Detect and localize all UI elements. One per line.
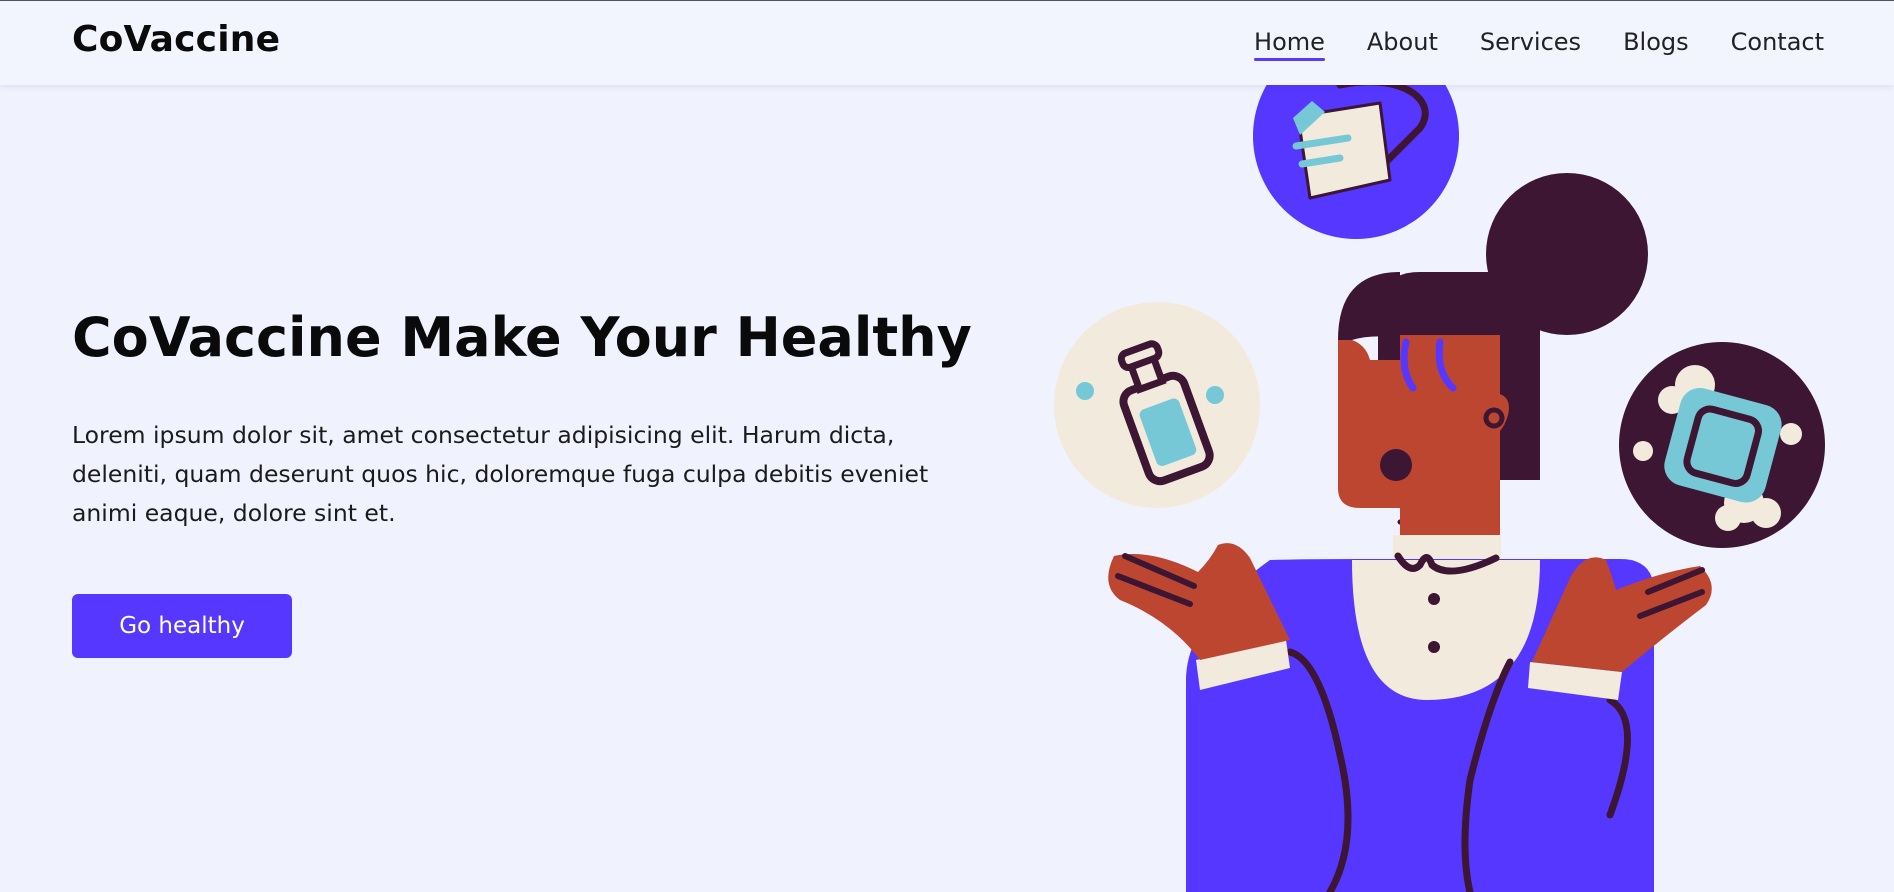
sanitizer-bottle-icon [1054,302,1260,508]
hero-description: Lorem ipsum dolor sit, amet consectetur … [72,421,929,527]
logo[interactable]: CoVaccine [72,19,280,60]
nav-blogs[interactable]: Blogs [1623,28,1689,60]
face-mask-icon [1253,85,1459,239]
nav-home[interactable]: Home [1254,28,1325,61]
main-nav: Home About Services Blogs Contact [1254,28,1824,61]
go-healthy-button[interactable]: Go healthy [72,594,292,658]
hero-illustration [1054,85,1825,892]
soap-bar-icon [1619,342,1825,548]
nav-about[interactable]: About [1367,28,1438,60]
site-header: CoVaccine Home About Services Blogs Cont… [0,1,1894,85]
nav-contact[interactable]: Contact [1731,28,1824,60]
person-illustration [1108,173,1712,892]
hero-title: CoVaccine Make Your Healthy [72,306,972,369]
page: CoVaccine Home About Services Blogs Cont… [0,0,1894,892]
nav-services[interactable]: Services [1480,28,1581,60]
